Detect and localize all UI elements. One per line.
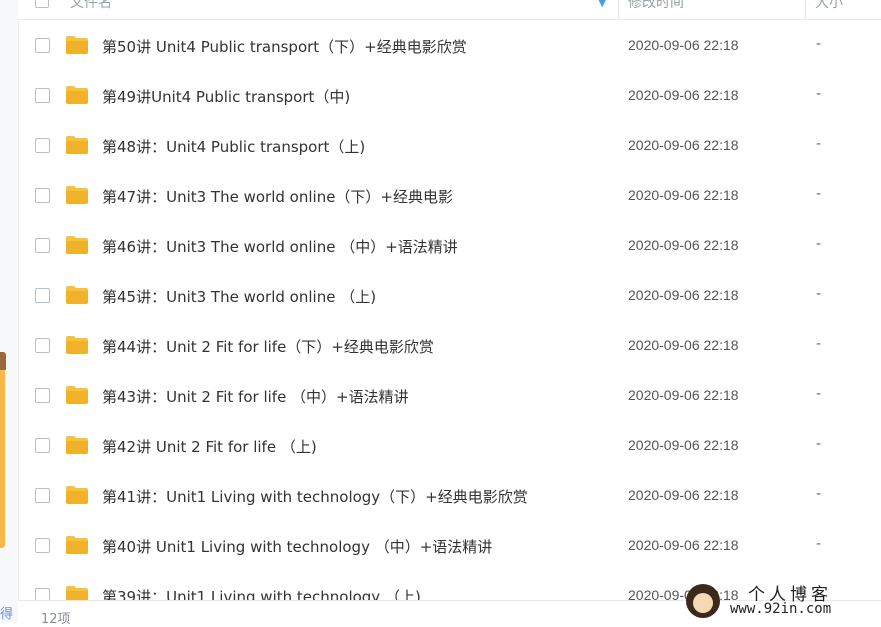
row-checkbox[interactable] — [35, 488, 50, 503]
row-checkbox[interactable] — [35, 288, 50, 303]
file-row[interactable]: 第47讲：Unit3 The world online（下）+经典电影 2020-… — [18, 170, 881, 220]
row-checkbox[interactable] — [35, 238, 50, 253]
file-list: 第50讲 Unit4 Public transport（下）+经典电影欣赏 202… — [18, 20, 881, 600]
column-divider[interactable] — [805, 0, 806, 19]
watermark-url: www.92in.com — [730, 601, 832, 617]
file-size: - — [816, 486, 822, 502]
file-size: - — [816, 436, 822, 452]
row-checkbox[interactable] — [35, 188, 50, 203]
file-size: - — [816, 536, 822, 552]
row-checkbox[interactable] — [35, 588, 50, 600]
file-size: - — [816, 336, 822, 352]
sort-down-arrow-icon[interactable]: ▼ — [598, 0, 606, 9]
row-checkbox[interactable] — [35, 88, 50, 103]
file-row[interactable]: 第40讲 Unit1 Living with technology （中）+语法… — [18, 520, 881, 570]
folder-icon — [66, 586, 88, 600]
file-modified-date: 2020-09-06 22:18 — [628, 37, 739, 53]
row-checkbox[interactable] — [35, 338, 50, 353]
file-name[interactable]: 第45讲：Unit3 The world online （上) — [102, 286, 376, 307]
file-list-header: 文件名 ▼ 修改时间 大小 — [18, 0, 881, 20]
file-modified-date: 2020-09-06 22:18 — [628, 437, 739, 453]
watermark-avatar-face — [693, 593, 713, 613]
file-modified-date: 2020-09-06 22:18 — [628, 487, 739, 503]
file-name[interactable]: 第47讲：Unit3 The world online（下）+经典电影 — [102, 186, 453, 207]
row-checkbox[interactable] — [35, 538, 50, 553]
file-size: - — [816, 386, 822, 402]
sidebar-banner-top — [0, 352, 6, 370]
file-size: - — [816, 136, 822, 152]
file-size: - — [816, 186, 822, 202]
row-checkbox[interactable] — [35, 438, 50, 453]
file-name[interactable]: 第43讲：Unit 2 Fit for life （中）+语法精讲 — [102, 386, 409, 407]
file-name[interactable]: 第50讲 Unit4 Public transport（下）+经典电影欣赏 — [102, 36, 467, 57]
file-size: - — [816, 236, 822, 252]
file-row[interactable]: 第45讲：Unit3 The world online （上) 2020-09-0… — [18, 270, 881, 320]
folder-icon — [66, 436, 88, 454]
folder-icon — [66, 286, 88, 304]
file-modified-date: 2020-09-06 22:18 — [628, 237, 739, 253]
file-row[interactable]: 第43讲：Unit 2 Fit for life （中）+语法精讲 2020-09… — [18, 370, 881, 420]
file-size: - — [816, 86, 822, 102]
file-modified-date: 2020-09-06 22:18 — [628, 137, 739, 153]
file-row[interactable]: 第49讲Unit4 Public transport（中) 2020-09-06 … — [18, 70, 881, 120]
file-row[interactable]: 第44讲：Unit 2 Fit for life（下）+经典电影欣赏 2020-0… — [18, 320, 881, 370]
file-name[interactable]: 第46讲：Unit3 The world online （中）+语法精讲 — [102, 236, 458, 257]
folder-icon — [66, 386, 88, 404]
column-header-size[interactable]: 大小 — [815, 0, 843, 12]
row-checkbox[interactable] — [35, 388, 50, 403]
folder-icon — [66, 336, 88, 354]
file-modified-date: 2020-09-06 22:18 — [628, 337, 739, 353]
select-all-checkbox[interactable] — [35, 0, 49, 8]
folder-icon — [66, 186, 88, 204]
file-modified-date: 2020-09-06 22:18 — [628, 587, 739, 600]
folder-icon — [66, 86, 88, 104]
file-size: - — [816, 36, 822, 52]
folder-icon — [66, 36, 88, 54]
file-name[interactable]: 第44讲：Unit 2 Fit for life（下）+经典电影欣赏 — [102, 336, 434, 357]
column-header-name[interactable]: 文件名 — [70, 0, 112, 12]
file-row[interactable]: 第48讲：Unit4 Public transport（上) 2020-09-06… — [18, 120, 881, 170]
sidebar-banner[interactable] — [0, 352, 5, 548]
file-size: - — [816, 286, 822, 302]
row-checkbox[interactable] — [35, 38, 50, 53]
folder-icon — [66, 236, 88, 254]
file-name[interactable]: 第41讲：Unit1 Living with technology（下）+经典电… — [102, 486, 528, 507]
folder-icon — [66, 536, 88, 554]
column-header-date[interactable]: 修改时间 — [628, 0, 684, 12]
file-row[interactable]: 第46讲：Unit3 The world online （中）+语法精讲 2020… — [18, 220, 881, 270]
file-row[interactable]: 第50讲 Unit4 Public transport（下）+经典电影欣赏 202… — [18, 20, 881, 70]
file-name[interactable]: 第40讲 Unit1 Living with technology （中）+语法… — [102, 536, 492, 557]
file-modified-date: 2020-09-06 22:18 — [628, 187, 739, 203]
sidebar-text-fragment: 得 — [0, 607, 14, 622]
file-row[interactable]: 第41讲：Unit1 Living with technology（下）+经典电… — [18, 470, 881, 520]
sidebar-edge: 得 — [0, 0, 19, 623]
column-divider[interactable] — [618, 0, 619, 19]
folder-icon — [66, 486, 88, 504]
item-count: 12项 — [41, 612, 71, 627]
folder-icon — [66, 136, 88, 154]
row-checkbox[interactable] — [35, 138, 50, 153]
file-name[interactable]: 第39讲：Unit1 Living with technology （上) — [102, 586, 421, 600]
file-name[interactable]: 第48讲：Unit4 Public transport（上) — [102, 136, 365, 157]
file-modified-date: 2020-09-06 22:18 — [628, 287, 739, 303]
file-modified-date: 2020-09-06 22:18 — [628, 387, 739, 403]
file-modified-date: 2020-09-06 22:18 — [628, 537, 739, 553]
file-row[interactable]: 第42讲 Unit 2 Fit for life （上) 2020-09-06 2… — [18, 420, 881, 470]
file-modified-date: 2020-09-06 22:18 — [628, 87, 739, 103]
file-name[interactable]: 第42讲 Unit 2 Fit for life （上) — [102, 436, 317, 457]
file-name[interactable]: 第49讲Unit4 Public transport（中) — [102, 86, 350, 107]
